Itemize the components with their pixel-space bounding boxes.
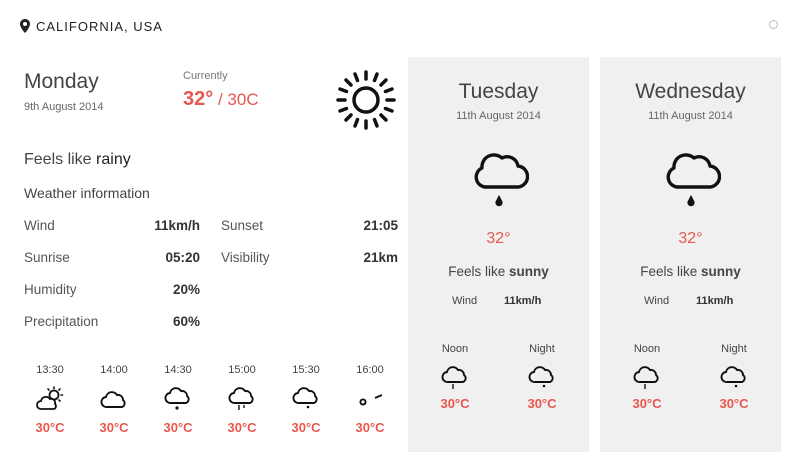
forecast-card-tuesday[interactable]: Tuesday 11th August 2014 32° Feels like …	[408, 57, 589, 452]
currently-label: Currently	[183, 70, 228, 82]
hour-temp: 30°C	[291, 420, 321, 435]
night-label: Night	[721, 343, 747, 355]
forecast-card-wednesday[interactable]: Wednesday 11th August 2014 32° Feels lik…	[600, 57, 781, 452]
info-row: Humidity 20%	[24, 282, 398, 300]
forecast-temp: 32°	[678, 230, 703, 247]
info-value: 20%	[172, 282, 200, 297]
hour-item[interactable]: 15:00 30°C	[214, 364, 270, 435]
cloud-rain-icon	[228, 387, 254, 410]
info-label: Sunrise	[24, 250, 70, 265]
cloud-rain-icon	[441, 366, 467, 389]
cloud-drizzle-icon	[474, 153, 529, 207]
info-value: 11km/h	[154, 218, 200, 233]
location-bar: CALIFORNIA, USA	[20, 17, 163, 35]
settings-dot-icon[interactable]	[769, 20, 778, 29]
forecast-day: Wednesday	[635, 80, 746, 103]
hour-temp: 30°C	[227, 420, 257, 435]
noon-forecast: Noon 30°C	[617, 343, 677, 411]
hour-time: 16:00	[356, 364, 384, 376]
wind-label: Wind	[644, 295, 670, 307]
night-label: Night	[529, 343, 555, 355]
temp-main-value: 32°	[183, 88, 214, 110]
wind-label: Wind	[452, 295, 478, 307]
today-date: 9th August 2014	[24, 101, 104, 113]
feels-value: rainy	[96, 151, 131, 168]
hour-item[interactable]: 13:30 30°C	[22, 364, 78, 435]
cloud-drizzle-icon	[292, 387, 318, 409]
partly-sunny-icon	[36, 386, 64, 410]
cloud-icon	[100, 391, 126, 408]
hour-item[interactable]: 16:00 30°C	[342, 364, 398, 435]
feels-prefix: Feels like	[448, 264, 509, 279]
temp-alt-value: / 30C	[213, 90, 259, 109]
forecast-feels: Feels like sunny	[408, 264, 589, 279]
hour-time: 15:30	[292, 364, 320, 376]
info-label: Precipitation	[24, 314, 99, 329]
location-label: CALIFORNIA, USA	[36, 18, 163, 34]
current-temperature: 32° / 30C	[183, 88, 259, 111]
hour-time: 13:30	[36, 364, 64, 376]
cloud-drizzle-icon	[720, 366, 746, 388]
noon-forecast: Noon 30°C	[425, 343, 485, 411]
cloud-drizzle-icon	[528, 366, 554, 388]
cloud-drizzle-icon	[164, 387, 190, 410]
info-value: 21km	[363, 250, 398, 265]
noon-temp: 30°C	[632, 396, 662, 411]
today-panel: Monday 9th August 2014 Currently 32° / 3…	[24, 58, 400, 458]
wind-value: 11km/h	[504, 295, 542, 307]
forecast-day: Tuesday	[458, 80, 539, 103]
feels-prefix: Feels like	[640, 264, 701, 279]
wind-value: 11km/h	[696, 295, 734, 307]
weather-info-title: Weather information	[24, 185, 150, 201]
forecast-date: 11th August 2014	[456, 110, 541, 122]
info-value: 60%	[172, 314, 200, 329]
info-row: Sunrise 05:20 Visibility 21km	[24, 250, 398, 268]
wind-icon	[359, 394, 383, 406]
noon-label: Noon	[633, 343, 661, 355]
info-value: 21:05	[363, 218, 398, 233]
map-pin-icon	[20, 19, 30, 33]
night-forecast: Night 30°C	[512, 343, 572, 411]
info-label: Sunset	[221, 218, 264, 233]
feels-like: Feels like rainy	[24, 151, 131, 169]
forecast-temp: 32°	[486, 230, 511, 247]
hour-time: 14:30	[164, 364, 192, 376]
info-label: Humidity	[24, 282, 77, 297]
hour-time: 15:00	[228, 364, 256, 376]
hour-item[interactable]: 14:30 30°C	[150, 364, 206, 435]
forecast-feels: Feels like sunny	[600, 264, 781, 279]
feels-prefix: Feels like	[24, 151, 97, 168]
feels-value: sunny	[509, 264, 549, 279]
hour-item[interactable]: 15:30 30°C	[278, 364, 334, 435]
night-forecast: Night 30°C	[704, 343, 764, 411]
cloud-rain-icon	[633, 366, 659, 389]
hour-temp: 30°C	[99, 420, 129, 435]
info-label: Wind	[24, 218, 55, 233]
night-temp: 30°C	[719, 396, 749, 411]
hour-temp: 30°C	[35, 420, 65, 435]
noon-label: Noon	[441, 343, 469, 355]
hour-temp: 30°C	[163, 420, 193, 435]
sun-icon	[336, 70, 396, 130]
info-value: 05:20	[165, 250, 200, 265]
hour-temp: 30°C	[355, 420, 385, 435]
noon-temp: 30°C	[440, 396, 470, 411]
hour-time: 14:00	[100, 364, 128, 376]
cloud-drizzle-icon	[666, 153, 721, 207]
feels-value: sunny	[701, 264, 741, 279]
forecast-date: 11th August 2014	[648, 110, 733, 122]
info-row: Precipitation 60%	[24, 314, 398, 332]
night-temp: 30°C	[527, 396, 557, 411]
info-row: Wind 11km/h Sunset 21:05	[24, 218, 398, 236]
hour-item[interactable]: 14:00 30°C	[86, 364, 142, 435]
info-label: Visibility	[221, 250, 270, 265]
today-day: Monday	[24, 70, 99, 93]
